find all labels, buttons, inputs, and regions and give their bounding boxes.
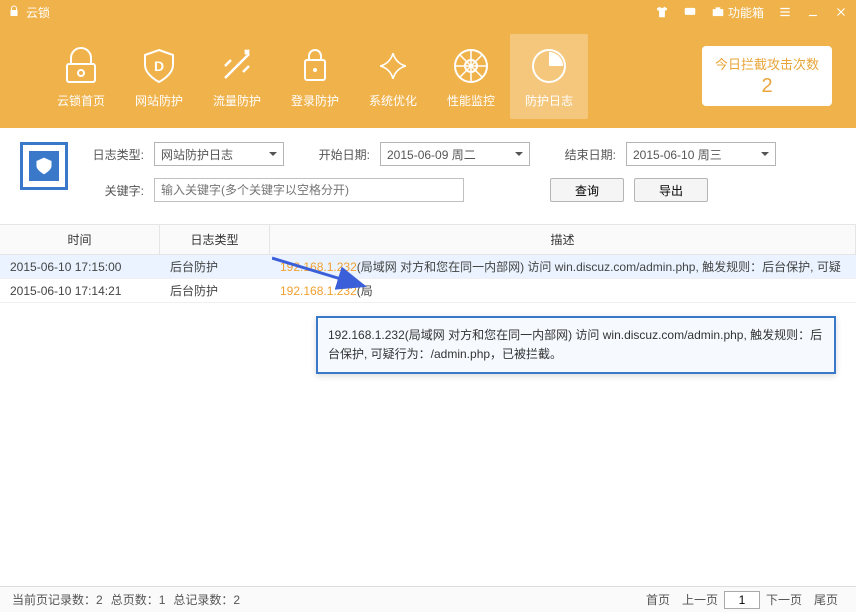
nav-protection-log[interactable]: 防护日志 (510, 34, 588, 119)
nav-label: 云锁首页 (42, 92, 120, 109)
menu-icon[interactable] (778, 5, 792, 19)
toolbox-button[interactable]: 功能箱 (711, 4, 764, 21)
titlebar: 云锁 功能箱 (0, 0, 856, 24)
log-icon (20, 142, 68, 190)
nav-home[interactable]: 云锁首页 (42, 34, 120, 119)
th-desc: 描述 (270, 225, 856, 255)
cell-time: 2015-06-10 17:15:00 (0, 260, 160, 274)
chat-icon[interactable] (683, 5, 697, 19)
total-pages: 总页数：1 (111, 591, 166, 608)
log-type-select[interactable]: 网站防护日志 (154, 142, 284, 166)
nav-label: 性能监控 (432, 92, 510, 109)
keyword-input[interactable] (154, 178, 464, 202)
nav-login-protect[interactable]: 登录防护 (276, 34, 354, 119)
prev-page[interactable]: 上一页 (682, 591, 718, 608)
toolbox-label: 功能箱 (728, 4, 764, 21)
nav-label: 网站防护 (120, 92, 198, 109)
page-input[interactable] (724, 591, 760, 609)
cell-time: 2015-06-10 17:14:21 (0, 284, 160, 298)
main-toolbar: 云锁首页 D 网站防护 流量防护 登录防护 系统优化 性能监控 防护日志 今日拦… (0, 24, 856, 128)
log-type-label: 日志类型: (88, 146, 144, 163)
current-records: 当前页记录数：2 (12, 591, 103, 608)
end-date-select[interactable]: 2015-06-10 周三 (626, 142, 776, 166)
app-title: 云锁 (26, 4, 50, 21)
end-date-label: 结束日期: (560, 146, 616, 163)
nav-label: 登录防护 (276, 92, 354, 109)
total-records: 总记录数：2 (173, 591, 240, 608)
today-count: 2 (714, 75, 820, 98)
cell-type: 后台防护 (160, 258, 270, 275)
th-time: 时间 (0, 225, 160, 255)
table-header: 时间 日志类型 描述 (0, 225, 856, 255)
export-button[interactable]: 导出 (634, 178, 708, 202)
pagination-footer: 当前页记录数：2 总页数：1 总记录数：2 首页 上一页 下一页 尾页 (0, 586, 856, 612)
th-type: 日志类型 (160, 225, 270, 255)
query-button[interactable]: 查询 (550, 178, 624, 202)
nav-traffic-protect[interactable]: 流量防护 (198, 34, 276, 119)
filter-panel: 日志类型: 网站防护日志 开始日期: 2015-06-09 周二 结束日期: 2… (0, 128, 856, 224)
nav-label: 系统优化 (354, 92, 432, 109)
table-row[interactable]: 2015-06-10 17:15:00 后台防护 192.168.1.232(局… (0, 255, 856, 279)
nav-label: 流量防护 (198, 92, 276, 109)
lock-icon (8, 5, 26, 20)
tshirt-icon[interactable] (655, 5, 669, 19)
nav-web-protect[interactable]: D 网站防护 (120, 34, 198, 119)
today-block-count: 今日拦截攻击次数 2 (702, 46, 832, 106)
close-icon[interactable] (834, 5, 848, 19)
cell-desc: 192.168.1.232(局域网 对方和您在同一内部网) 访问 win.dis… (270, 258, 856, 275)
start-date-select[interactable]: 2015-06-09 周二 (380, 142, 530, 166)
cell-type: 后台防护 (160, 282, 270, 299)
minimize-icon[interactable] (806, 5, 820, 19)
nav-label: 防护日志 (510, 92, 588, 109)
start-date-label: 开始日期: (314, 146, 370, 163)
keyword-label: 关键字: (88, 182, 144, 199)
next-page[interactable]: 下一页 (766, 591, 802, 608)
cell-desc: 192.168.1.232(局 (270, 282, 856, 299)
today-label: 今日拦截攻击次数 (714, 54, 820, 73)
log-table: 时间 日志类型 描述 2015-06-10 17:15:00 后台防护 192.… (0, 224, 856, 303)
row-tooltip: 192.168.1.232(局域网 对方和您在同一内部网) 访问 win.dis… (316, 316, 836, 374)
nav-system-optimize[interactable]: 系统优化 (354, 34, 432, 119)
first-page[interactable]: 首页 (646, 591, 670, 608)
table-row[interactable]: 2015-06-10 17:14:21 后台防护 192.168.1.232(局 (0, 279, 856, 303)
svg-text:D: D (154, 58, 164, 74)
last-page[interactable]: 尾页 (814, 591, 838, 608)
nav-performance[interactable]: 性能监控 (432, 34, 510, 119)
